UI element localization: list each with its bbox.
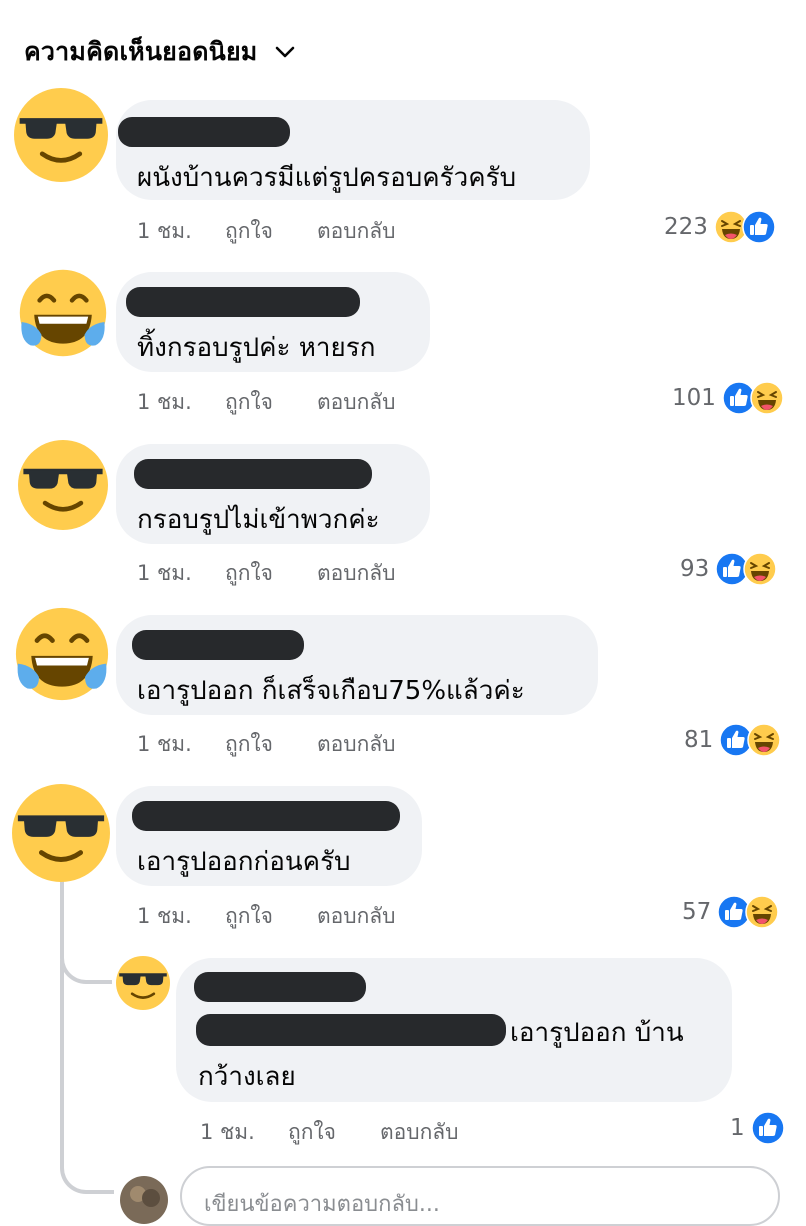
comments-sort-header[interactable]: ความคิดเห็นยอดนิยม (24, 32, 295, 72)
comment-time[interactable]: 1 ชม. (137, 900, 225, 933)
reply-button[interactable]: ตอบกลับ (317, 900, 396, 933)
comment-actions: 1 ชม. ถูกใจ ตอบกลับ (137, 386, 396, 419)
comment-text: เอารูปออก ก็เสร็จเกือบ75%แล้วค่ะ (137, 676, 525, 706)
like-button[interactable]: ถูกใจ (288, 1116, 380, 1149)
comment-text: ผนังบ้านควรมีแต่รูปครอบครัวครับ (137, 163, 517, 193)
sunglasses-emoji-avatar[interactable] (14, 88, 108, 182)
like-button[interactable]: ถูกใจ (225, 900, 317, 933)
redacted-author-name (194, 972, 366, 1002)
like-button[interactable]: ถูกใจ (225, 215, 317, 248)
haha-reaction-icon (750, 381, 784, 415)
reactions[interactable]: 93 (680, 552, 778, 586)
reply-text-line1: เอารูปออก บ้าน (510, 1018, 684, 1048)
comment-time[interactable]: 1 ชม. (137, 557, 225, 590)
reactions[interactable]: 1 (730, 1111, 785, 1145)
reactions[interactable]: 57 (682, 895, 780, 929)
like-reaction-icon (742, 210, 776, 244)
redacted-author-name (118, 117, 290, 147)
reply-button[interactable]: ตอบกลับ (317, 215, 396, 248)
haha-reaction-icon (745, 895, 780, 929)
comment-actions: 1 ชม. ถูกใจ ตอบกลับ (137, 728, 396, 761)
reaction-count: 57 (682, 899, 712, 925)
comment-actions: 1 ชม. ถูกใจ ตอบกลับ (137, 557, 396, 590)
reply-button[interactable]: ตอบกลับ (317, 728, 396, 761)
reply-actions: 1 ชม. ถูกใจ ตอบกลับ (200, 1116, 459, 1149)
redacted-author-name (132, 801, 400, 831)
reply-time[interactable]: 1 ชม. (200, 1116, 288, 1149)
sort-label[interactable]: ความคิดเห็นยอดนิยม (24, 32, 257, 72)
comment-text: เอารูปออกก่อนครับ (137, 847, 351, 877)
comment-time[interactable]: 1 ชม. (137, 386, 225, 419)
reply-input-placeholder: เขียนข้อความตอบกลับ... (204, 1192, 440, 1217)
haha-reaction-icon (743, 552, 778, 586)
comment-time[interactable]: 1 ชม. (137, 215, 225, 248)
chevron-down-icon[interactable] (275, 45, 295, 59)
comment-time[interactable]: 1 ชม. (137, 728, 225, 761)
like-button[interactable]: ถูกใจ (225, 728, 317, 761)
redacted-author-name (126, 287, 360, 317)
comment-actions: 1 ชม. ถูกใจ ตอบกลับ (137, 900, 396, 933)
reaction-count: 1 (730, 1115, 745, 1141)
sunglasses-emoji-avatar[interactable] (12, 784, 110, 882)
reply-button[interactable]: ตอบกลับ (317, 557, 396, 590)
reply-button[interactable]: ตอบกลับ (380, 1116, 459, 1149)
reaction-count: 93 (680, 556, 710, 582)
like-button[interactable]: ถูกใจ (225, 386, 317, 419)
tears-of-joy-emoji-avatar[interactable] (18, 268, 108, 358)
reactions[interactable]: 223 (664, 210, 776, 244)
user-avatar[interactable] (120, 1176, 168, 1224)
redacted-author-name (132, 630, 304, 660)
sunglasses-emoji-avatar[interactable] (18, 440, 108, 530)
haha-reaction-icon (747, 723, 782, 757)
comment-text: กรอบรูปไม่เข้าพวกค่ะ (137, 505, 380, 535)
sunglasses-emoji-avatar[interactable] (116, 956, 170, 1010)
reaction-count: 101 (672, 385, 716, 411)
like-button[interactable]: ถูกใจ (225, 557, 317, 590)
like-reaction-icon (750, 1111, 785, 1145)
reaction-count: 81 (684, 727, 714, 753)
reply-button[interactable]: ตอบกลับ (317, 386, 396, 419)
reaction-count: 223 (664, 214, 708, 240)
comment-text: ทิ้งกรอบรูปค่ะ หายรก (137, 333, 376, 363)
reactions[interactable]: 81 (684, 723, 782, 757)
redacted-author-name (134, 459, 372, 489)
reply-input[interactable]: เขียนข้อความตอบกลับ... (180, 1166, 780, 1226)
comment-actions: 1 ชม. ถูกใจ ตอบกลับ (137, 215, 396, 248)
tears-of-joy-emoji-avatar[interactable] (14, 606, 110, 702)
redacted-mention (196, 1014, 506, 1046)
reactions[interactable]: 101 (672, 381, 784, 415)
reply-thread-line (60, 960, 114, 1194)
reply-text-line2: กว้างเลย (198, 1062, 296, 1092)
